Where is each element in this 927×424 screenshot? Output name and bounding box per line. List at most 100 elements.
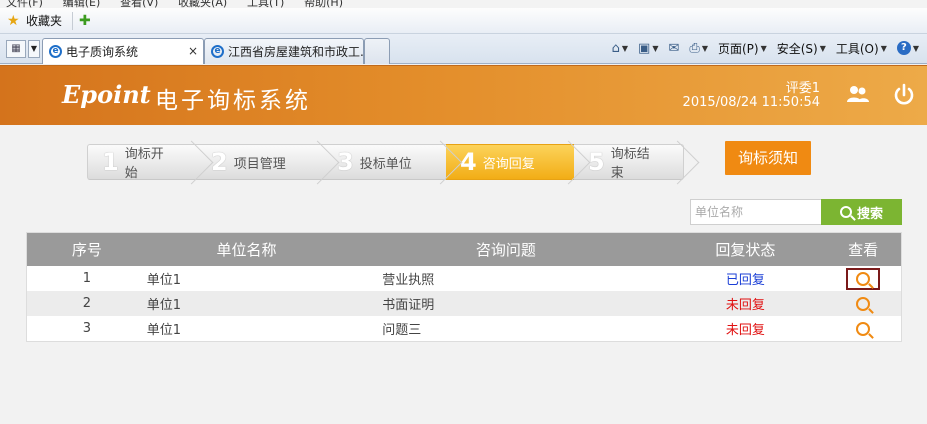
- view-button[interactable]: [846, 293, 880, 315]
- magnifier-icon: [856, 321, 871, 336]
- table-row: 1 单位1 营业执照 已回复: [27, 266, 901, 291]
- header-reply-status: 回复状态: [715, 241, 776, 259]
- print-button[interactable]: ⎙ ▼: [689, 41, 708, 56]
- step-label: 询标开始: [124, 147, 164, 181]
- help-icon: ?: [896, 41, 911, 55]
- header-question: 咨询问题: [475, 241, 536, 259]
- menu-view[interactable]: 查看(V): [120, 0, 158, 8]
- row-view-cell: [825, 267, 901, 290]
- row-unit-name: 单位1: [146, 273, 181, 288]
- favorites-divider: [72, 11, 74, 30]
- ie-page-icon: e: [211, 45, 224, 58]
- step-number: 1: [102, 148, 119, 176]
- step-consultation-reply[interactable]: 4 咨询回复: [446, 144, 574, 180]
- step-bidding-units[interactable]: 3 投标单位: [323, 144, 446, 180]
- home-icon: ⌂: [611, 40, 620, 56]
- magnifier-icon: [856, 296, 871, 311]
- step-project-management[interactable]: 2 项目管理: [197, 144, 323, 180]
- tools-menu-label: 工具(O): [835, 41, 879, 56]
- help-menu[interactable]: ? ▼: [896, 41, 919, 55]
- search-icon: [839, 206, 852, 218]
- inquiry-notice-button[interactable]: 询标须知: [725, 141, 811, 175]
- step-label: 询标结束: [610, 147, 650, 181]
- tab-electronic-inquiry[interactable]: e 电子质询系统 ×: [42, 38, 204, 64]
- row-index: 3: [82, 321, 91, 336]
- tools-menu[interactable]: 工具(O) ▼: [836, 40, 887, 57]
- rss-icon: ▣: [638, 40, 651, 56]
- quick-tabs-icon[interactable]: ▦: [6, 40, 26, 58]
- menu-file[interactable]: 文件(F): [6, 0, 43, 8]
- app-header: Epoint 电子询标系统 评委1 2015/08/24 11:50:54: [0, 65, 927, 125]
- search-button-label: 搜索: [856, 206, 883, 222]
- menu-tools[interactable]: 工具(T): [247, 0, 284, 8]
- magnifier-icon: [856, 271, 871, 286]
- chevron-down-icon: ▼: [621, 43, 629, 53]
- table-row: 3 单位1 问题三 未回复: [27, 316, 901, 341]
- favorites-label[interactable]: 收藏夹: [26, 12, 62, 29]
- power-icon[interactable]: [891, 82, 917, 108]
- epoint-logo: Epoint: [62, 80, 151, 109]
- ie-page-icon: e: [49, 45, 62, 58]
- table-row: 2 单位1 书面证明 未回复: [27, 291, 901, 316]
- current-user: 评委1: [785, 81, 820, 96]
- header-unit-name: 单位名称: [216, 241, 277, 259]
- current-datetime: 2015/08/24 11:50:54: [682, 95, 820, 110]
- row-question: 书面证明: [382, 298, 435, 313]
- users-icon[interactable]: [845, 82, 871, 108]
- progress-steps: 1 询标开始 2 项目管理 3 投标单位 4 咨询回复 5 询标结束: [87, 144, 684, 181]
- row-reply-status: 未回复: [725, 323, 765, 338]
- view-button[interactable]: [846, 318, 880, 340]
- header-index: 序号: [71, 241, 102, 259]
- chevron-down-icon: ▼: [701, 43, 708, 53]
- header-view: 查看: [848, 241, 879, 259]
- add-favorite-icon[interactable]: ✚: [79, 13, 91, 29]
- tab-jiangxi-housing[interactable]: e 江西省房屋建筑和市政工...: [204, 38, 364, 64]
- row-unit-name: 单位1: [146, 323, 181, 338]
- row-index: 1: [82, 271, 91, 286]
- mail-icon: ✉: [668, 40, 680, 56]
- safety-menu[interactable]: 安全(S) ▼: [777, 40, 826, 57]
- chevron-down-icon: ▼: [760, 43, 767, 53]
- browser-menu-bar: 文件(F) 编辑(E) 查看(V) 收藏夹(A) 工具(T) 帮助(H): [0, 0, 927, 8]
- row-view-cell: [825, 293, 901, 315]
- tab-label: 江西省房屋建筑和市政工...: [228, 45, 364, 59]
- printer-icon: ⎙: [689, 40, 700, 56]
- row-question: 营业执照: [382, 273, 435, 288]
- main-content: 1 询标开始 2 项目管理 3 投标单位 4 咨询回复 5 询标结束 询标须知 …: [0, 125, 927, 424]
- row-reply-status: 未回复: [725, 298, 765, 313]
- row-view-cell: [825, 318, 901, 340]
- chevron-down-icon: ▼: [652, 43, 659, 53]
- page-menu-label: 页面(P): [717, 41, 759, 56]
- menu-favorites[interactable]: 收藏夹(A): [178, 0, 227, 8]
- row-index: 2: [82, 296, 91, 311]
- favorites-bar: ★ 收藏夹 ✚: [0, 8, 927, 34]
- chevron-down-icon: ▼: [819, 43, 826, 53]
- step-label: 项目管理: [233, 156, 286, 172]
- step-inquiry-start[interactable]: 1 询标开始: [87, 144, 197, 181]
- page-menu[interactable]: 页面(P) ▼: [718, 40, 767, 57]
- favorites-star-icon[interactable]: ★: [7, 14, 21, 28]
- consultation-table: 序号 单位名称 咨询问题 回复状态 查看 1 单位1 营业执照 已回复 2 单位…: [26, 232, 902, 342]
- step-label: 投标单位: [359, 156, 412, 172]
- view-button[interactable]: [846, 267, 881, 290]
- table-header: 序号 单位名称 咨询问题 回复状态 查看: [27, 233, 901, 266]
- browser-command-bar: ⌂ ▼ ▣ ▼ ✉ ⎙ ▼ 页面(P) ▼ 安全(S) ▼ 工具(O) ▼ ? ▼: [606, 38, 927, 58]
- feeds-button[interactable]: ▣ ▼: [638, 41, 658, 56]
- close-tab-icon[interactable]: ×: [188, 44, 198, 58]
- unit-name-search-input[interactable]: [690, 199, 822, 225]
- menu-edit[interactable]: 编辑(E): [63, 0, 101, 8]
- step-label: 咨询回复: [482, 156, 535, 172]
- menu-help[interactable]: 帮助(H): [304, 0, 343, 8]
- row-reply-status: 已回复: [725, 273, 765, 288]
- tab-list-dropdown-icon[interactable]: ▼: [28, 40, 40, 58]
- home-button[interactable]: ⌂ ▼: [612, 41, 628, 56]
- mail-button[interactable]: ✉: [669, 41, 680, 56]
- chevron-down-icon: ▼: [912, 43, 919, 53]
- new-tab-button[interactable]: [364, 38, 390, 64]
- row-question: 问题三: [382, 323, 422, 338]
- chevron-down-icon: ▼: [880, 43, 887, 53]
- safety-menu-label: 安全(S): [776, 41, 818, 56]
- row-unit-name: 单位1: [146, 298, 181, 313]
- search-button[interactable]: 搜索: [821, 199, 902, 225]
- tab-label: 电子质询系统: [66, 45, 139, 59]
